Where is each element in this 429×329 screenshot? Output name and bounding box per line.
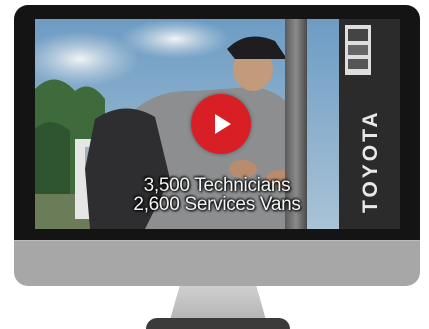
sticker-graphic	[348, 59, 368, 69]
play-icon	[215, 114, 231, 134]
caption-line-2: 2,600 Services Vans	[133, 194, 301, 215]
monitor-illustration: TOYOTA 3,500 Technicians 2,600 Services …	[0, 0, 429, 329]
monitor-stand-base	[146, 318, 290, 329]
play-button[interactable]	[191, 94, 251, 154]
monitor-stand	[170, 286, 266, 320]
caption-line-1: 3,500 Technicians	[143, 175, 291, 196]
cloud	[120, 19, 230, 59]
monitor-chin	[14, 241, 420, 286]
sticker-graphic	[348, 29, 368, 41]
video-player[interactable]: TOYOTA 3,500 Technicians 2,600 Services …	[35, 19, 400, 229]
sticker-graphic	[348, 45, 368, 55]
